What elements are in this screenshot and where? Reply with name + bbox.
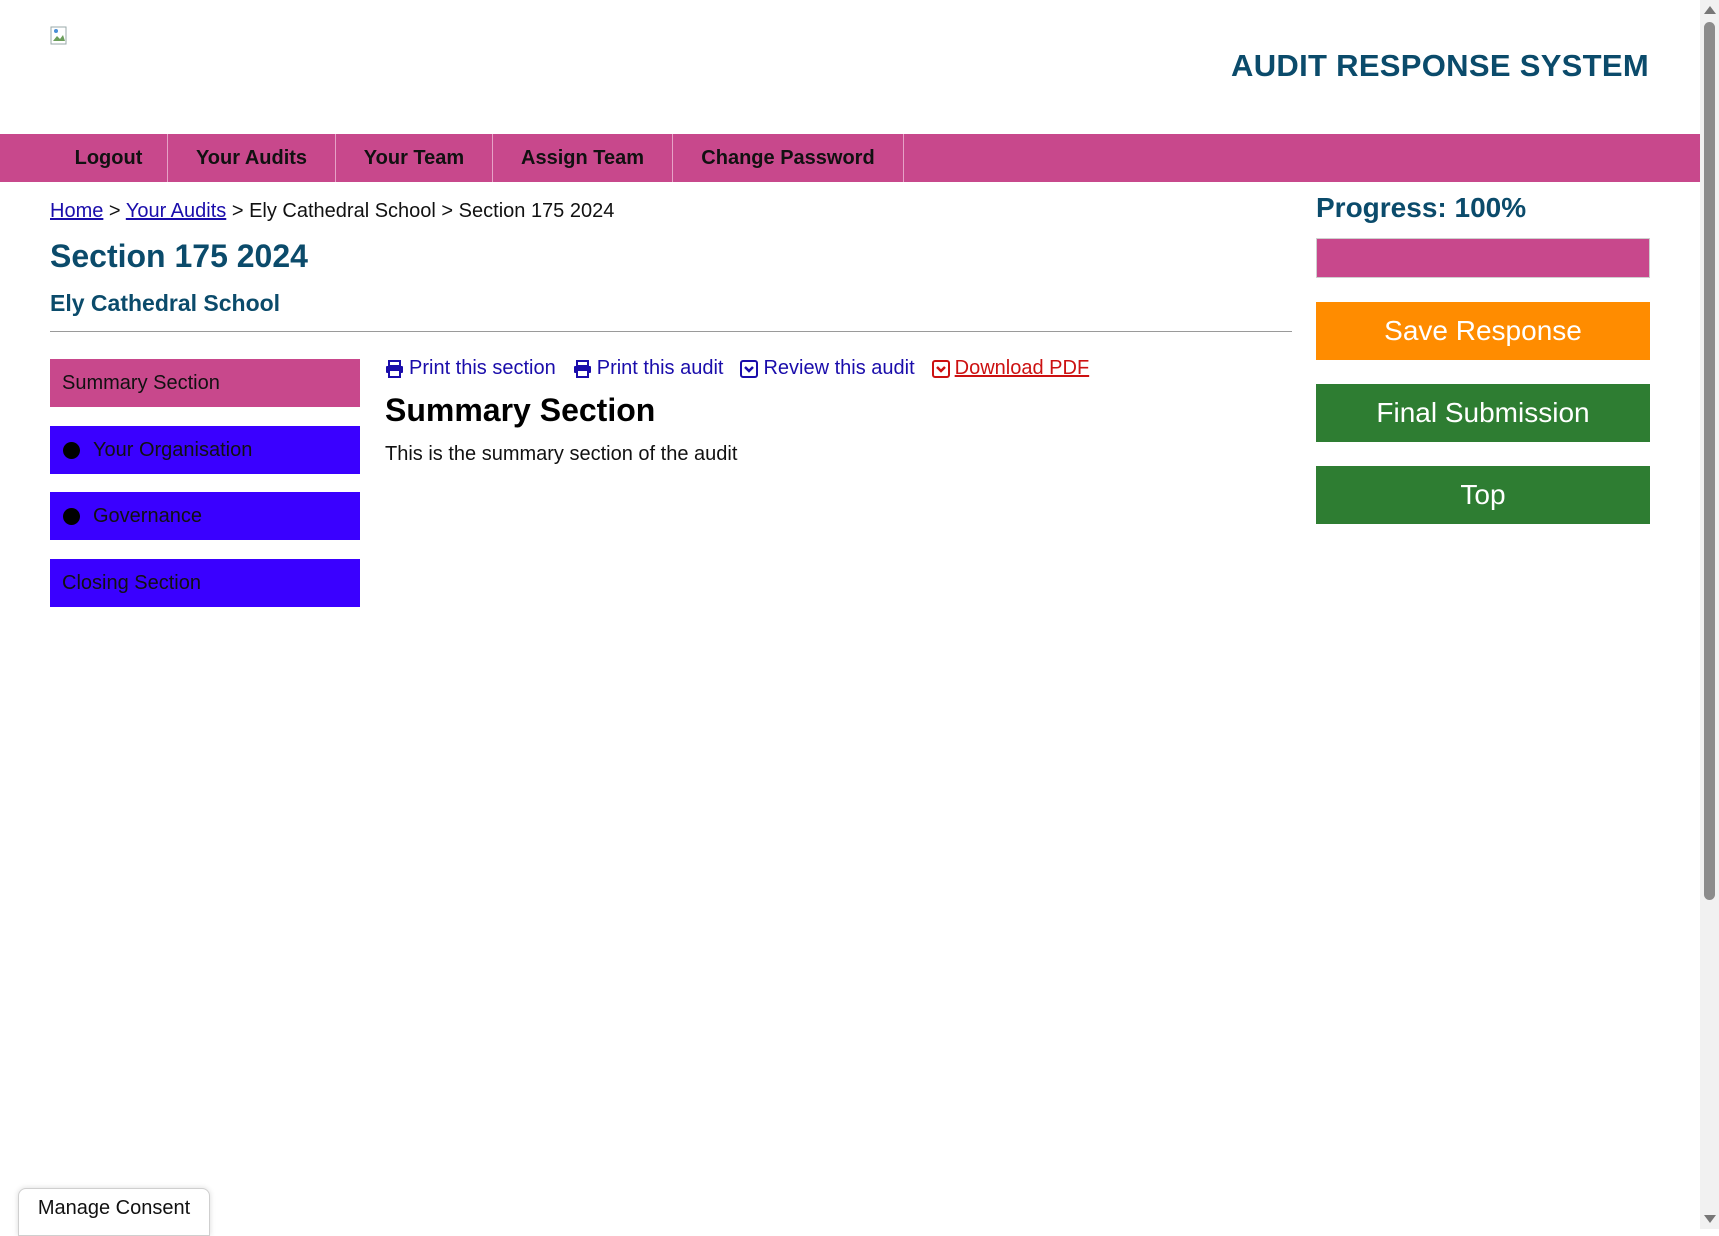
nav-your-audits[interactable]: Your Audits: [168, 134, 336, 182]
section-description: This is the summary section of the audit: [385, 443, 738, 465]
section-item-label: Closing Section: [62, 571, 201, 594]
breadcrumb-section: Section 175 2024: [458, 200, 615, 222]
review-icon: [740, 359, 759, 378]
progress-bar-fill: [1317, 239, 1649, 277]
section-item-closing[interactable]: Closing Section: [50, 559, 360, 607]
download-icon: [931, 359, 950, 378]
breadcrumb-school: Ely Cathedral School: [249, 200, 436, 222]
manage-consent-label: Manage Consent: [37, 1197, 191, 1219]
scroll-down-arrow-icon[interactable]: [1704, 1215, 1716, 1223]
nav-your-team[interactable]: Your Team: [336, 134, 493, 182]
status-dot-icon: [63, 507, 80, 525]
page-subtitle: Ely Cathedral School: [50, 290, 281, 316]
logo-image: [50, 26, 70, 46]
review-audit-link[interactable]: Review this audit: [740, 357, 915, 380]
download-pdf-link[interactable]: Download PDF: [931, 357, 1090, 380]
progress-label: Progress: 100%: [1316, 192, 1527, 223]
print-section-link[interactable]: Print this section: [385, 357, 556, 380]
printer-icon: [386, 359, 403, 378]
scrollbar-thumb[interactable]: [1704, 22, 1715, 900]
header-divider: [50, 331, 1292, 332]
section-item-your-organisation[interactable]: Your Organisation: [50, 426, 360, 474]
breadcrumb-home-link[interactable]: Home: [50, 200, 103, 222]
section-item-label: Governance: [93, 504, 202, 527]
download-pdf-label: Download PDF: [954, 357, 1090, 379]
breadcrumb: Home > Your Audits > Ely Cathedral Schoo…: [50, 200, 614, 223]
breadcrumb-separator: >: [441, 200, 454, 222]
page-title: Section 175 2024: [50, 238, 308, 274]
print-audit-link[interactable]: Print this audit: [573, 357, 724, 380]
section-item-label: Your Organisation: [93, 438, 253, 461]
status-dot-icon: [63, 441, 80, 459]
progress-bar: [1316, 238, 1650, 278]
save-response-button[interactable]: Save Response: [1316, 302, 1650, 360]
section-item-summary[interactable]: Summary Section: [50, 359, 360, 407]
app-title: AUDIT RESPONSE SYSTEM: [1231, 48, 1649, 83]
print-audit-label: Print this audit: [596, 357, 724, 379]
breadcrumb-your-audits-link[interactable]: Your Audits: [126, 200, 226, 222]
nav-change-password[interactable]: Change Password: [673, 134, 904, 182]
main-navbar: Logout Your Audits Your Team Assign Team…: [0, 134, 1700, 182]
nav-assign-team[interactable]: Assign Team: [493, 134, 673, 182]
section-heading: Summary Section: [385, 392, 656, 428]
action-links: Print this section Print this audit Revi…: [385, 357, 1089, 380]
printer-icon: [573, 359, 591, 378]
section-item-label: Summary Section: [62, 371, 220, 394]
page-scrollbar[interactable]: [1700, 0, 1719, 1229]
nav-logout[interactable]: Logout: [50, 134, 168, 182]
breadcrumb-separator: >: [108, 200, 121, 222]
top-button[interactable]: Top: [1316, 466, 1650, 524]
breadcrumb-separator: >: [231, 200, 244, 222]
scroll-up-arrow-icon[interactable]: [1704, 6, 1716, 14]
final-submission-button[interactable]: Final Submission: [1316, 384, 1650, 442]
section-item-governance[interactable]: Governance: [50, 492, 360, 540]
review-audit-label: Review this audit: [763, 357, 915, 379]
navbar-spacer: [0, 134, 50, 182]
print-section-label: Print this section: [409, 357, 556, 379]
